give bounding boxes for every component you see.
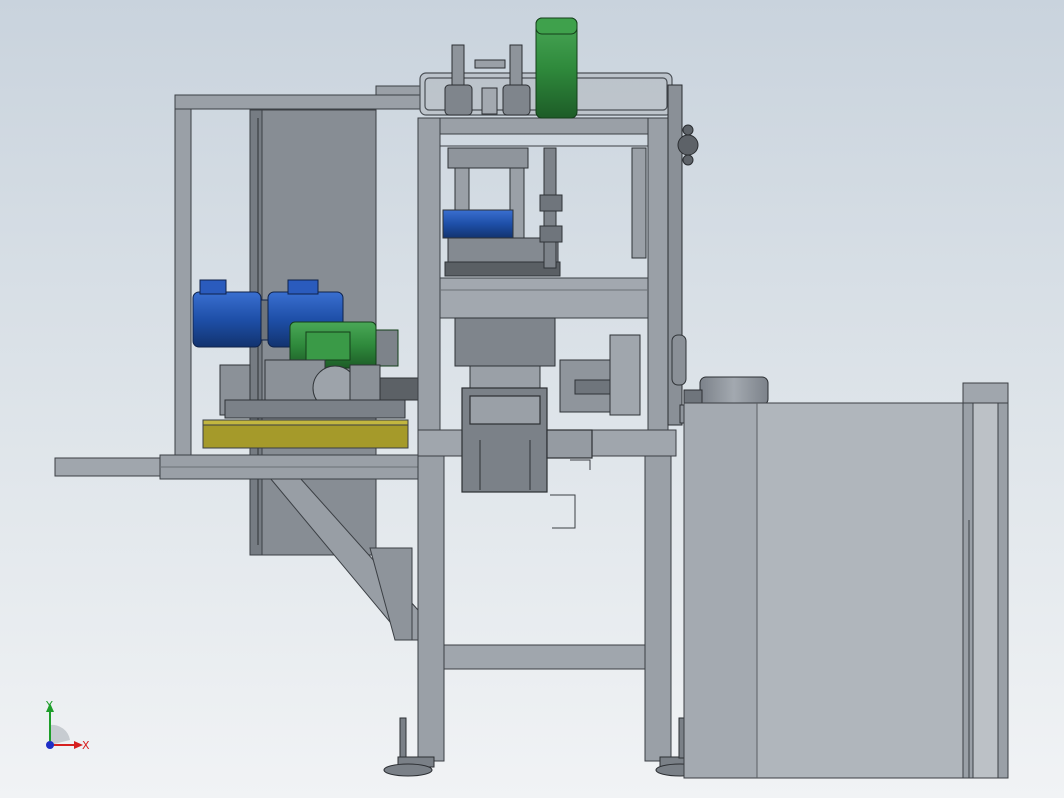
green-motor-top	[535, 17, 578, 119]
upper-press-unit	[442, 147, 647, 277]
collection-bin	[683, 382, 1009, 779]
drive-gearbox	[219, 359, 421, 419]
left-cantilever-beam	[54, 454, 421, 480]
machine-assembly-drawing[interactable]: Y X	[0, 0, 1064, 798]
x-axis-label: X	[82, 739, 90, 752]
cad-viewport[interactable]: Y X	[0, 0, 1064, 798]
coordinate-triad: Y X	[45, 699, 90, 752]
lower-brackets	[550, 459, 591, 529]
yellow-base-plate	[202, 419, 409, 449]
triad-arc	[50, 724, 70, 745]
y-axis-label: Y	[45, 699, 53, 712]
z-axis-dot	[46, 741, 54, 749]
